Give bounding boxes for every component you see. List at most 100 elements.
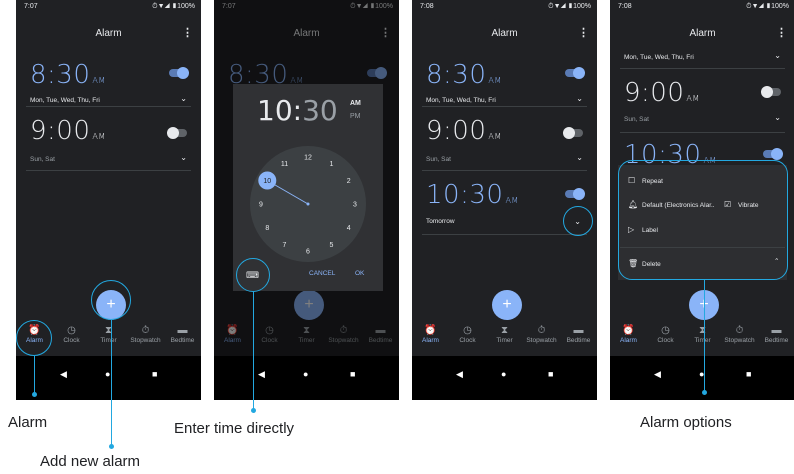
back-icon[interactable]: ◀ xyxy=(456,369,463,380)
status-icons: ⏱▼◢ ▮100% xyxy=(152,3,195,10)
app-bar: Alarm ⋮ xyxy=(412,22,597,46)
alarm-tab-highlight xyxy=(16,320,52,356)
tab-timer[interactable]: ⧗Timer xyxy=(90,324,127,344)
chevron-down-icon[interactable]: ⌄ xyxy=(576,94,583,103)
status-icons: ⏱▼◢ ▮100% xyxy=(746,3,789,10)
hourglass-icon: ⧗ xyxy=(500,325,509,336)
alarm-toggle[interactable] xyxy=(563,127,583,139)
stopwatch-icon: ⏱ xyxy=(141,325,150,336)
divider xyxy=(422,234,587,235)
alarm-time[interactable]: 9:00 AM xyxy=(426,116,502,146)
tab-bedtime[interactable]: ▬Bedtime xyxy=(560,324,597,344)
recents-icon[interactable]: ■ xyxy=(152,369,157,379)
am-toggle[interactable]: AM xyxy=(350,100,361,107)
alarm-time[interactable]: 9:00 AM xyxy=(30,116,106,146)
alarm-days: Mon, Tue, Wed, Thu, Fri xyxy=(426,97,496,104)
callout-dot xyxy=(108,444,114,449)
alarm-item-830[interactable]: 8:30 AM Mon, Tue, Wed, Thu, Fri ⌄ xyxy=(16,56,201,116)
callout-dot xyxy=(250,408,256,413)
alarm-icon: ⏰ xyxy=(424,325,437,336)
alarm-toggle[interactable] xyxy=(169,67,189,79)
chevron-down-icon[interactable]: ⌄ xyxy=(774,113,781,122)
home-icon[interactable]: ● xyxy=(501,369,506,379)
tab-alarm[interactable]: ⏰Alarm xyxy=(412,324,449,344)
keyboard-highlight xyxy=(236,258,270,292)
page-title: Alarm xyxy=(95,28,122,39)
app-bar: Alarm ⋮ xyxy=(610,22,794,46)
stopwatch-icon: ⏱ xyxy=(537,325,546,336)
alarm-toggle[interactable] xyxy=(565,188,585,200)
dial-center xyxy=(306,202,310,206)
more-options-icon[interactable]: ⋮ xyxy=(578,26,589,39)
cancel-button[interactable]: CANCEL xyxy=(309,270,335,277)
dial-hour-3: 3 xyxy=(353,202,357,209)
chevron-down-icon[interactable]: ⌄ xyxy=(180,153,187,162)
alarm-item-900[interactable]: 9:00 AM Sun, Sat ⌄ xyxy=(412,112,597,172)
tab-alarm[interactable]: ⏰Alarm xyxy=(610,324,647,344)
status-time: 7:07 xyxy=(24,3,38,10)
tab-stopwatch[interactable]: ⏱Stopwatch xyxy=(127,324,164,344)
alarm-toggle[interactable] xyxy=(763,148,783,160)
chevron-highlight xyxy=(563,206,593,236)
dial-hour-5: 5 xyxy=(330,242,334,249)
tab-bedtime[interactable]: ▬Bedtime xyxy=(758,324,794,344)
dial-hour-6: 6 xyxy=(306,249,310,256)
recents-icon[interactable]: ■ xyxy=(350,369,355,379)
home-icon[interactable]: ● xyxy=(303,369,308,379)
tab-timer[interactable]: ⧗Timer xyxy=(684,324,721,344)
alarm-toggle[interactable] xyxy=(565,67,585,79)
more-options-icon[interactable]: ⋮ xyxy=(776,26,787,39)
tab-stopwatch[interactable]: ⏱Stopwatch xyxy=(721,324,758,344)
tab-clock[interactable]: ◷Clock xyxy=(53,324,90,344)
callout-line xyxy=(34,356,36,394)
bed-icon: ▬ xyxy=(771,325,782,336)
divider xyxy=(422,106,587,107)
alarm-time[interactable]: 8:30AM xyxy=(30,60,106,90)
back-icon[interactable]: ◀ xyxy=(60,369,67,380)
clock-dial[interactable]: 121234567891011 xyxy=(233,138,383,268)
alarm-toggle[interactable] xyxy=(167,127,187,139)
alarm-days: Sun, Sat xyxy=(426,156,451,163)
more-options-icon[interactable]: ⋮ xyxy=(182,26,193,39)
hourglass-icon: ⧗ xyxy=(698,325,707,336)
recents-icon[interactable]: ■ xyxy=(548,369,553,379)
dial-hour-9: 9 xyxy=(259,202,263,209)
ok-button[interactable]: OK xyxy=(355,270,364,277)
page-title: Alarm xyxy=(491,28,518,39)
pm-toggle[interactable]: PM xyxy=(350,113,361,120)
tab-stopwatch[interactable]: ⏱Stopwatch xyxy=(523,324,560,344)
callout-line xyxy=(704,280,706,392)
alarm-item-830[interactable]: 8:30 AM Mon, Tue, Wed, Thu, Fri ⌄ xyxy=(412,56,597,116)
dial-hour-10: 10 xyxy=(263,178,271,185)
back-icon[interactable]: ◀ xyxy=(654,369,661,380)
callout-alarm-options: Alarm options xyxy=(640,414,732,431)
tab-timer[interactable]: ⧗Timer xyxy=(486,324,523,344)
tab-bedtime[interactable]: ▬Bedtime xyxy=(164,324,201,344)
dial-hour-7: 7 xyxy=(283,242,287,249)
chevron-down-icon[interactable]: ⌄ xyxy=(576,153,583,162)
alarm-time[interactable]: 10:30 AM xyxy=(426,180,519,210)
back-icon[interactable]: ◀ xyxy=(258,369,265,380)
alarm-toggle[interactable] xyxy=(761,86,781,98)
recents-icon[interactable]: ■ xyxy=(746,369,751,379)
app-bar: Alarm ⋮ xyxy=(16,22,201,46)
tab-clock[interactable]: ◷Clock xyxy=(449,324,486,344)
picker-minute[interactable]: 30 xyxy=(302,94,338,127)
home-icon[interactable]: ● xyxy=(105,369,110,379)
picker-hour[interactable]: 10 xyxy=(257,94,293,127)
chevron-down-icon[interactable]: ⌄ xyxy=(180,94,187,103)
alarm-item-900[interactable]: 9:00 AM Sun, Sat ⌄ xyxy=(16,112,201,172)
callout-line xyxy=(111,320,113,446)
alarm-time[interactable]: 9:00 AM xyxy=(624,78,700,108)
clock-icon: ◷ xyxy=(463,325,472,336)
divider xyxy=(620,68,785,69)
alarm-item-900[interactable]: 9:00 AM Sun, Sat ⌄ xyxy=(610,74,794,134)
alarm-icon: ⏰ xyxy=(622,325,635,336)
alarm-time[interactable]: 8:30AM xyxy=(426,60,502,90)
add-alarm-button[interactable]: + xyxy=(492,290,522,320)
divider xyxy=(26,170,191,171)
tab-clock[interactable]: ◷Clock xyxy=(647,324,684,344)
chevron-down-icon[interactable]: ⌄ xyxy=(774,51,781,60)
status-time: 7:08 xyxy=(420,3,434,10)
callout-add-alarm: Add new alarm xyxy=(40,453,141,470)
